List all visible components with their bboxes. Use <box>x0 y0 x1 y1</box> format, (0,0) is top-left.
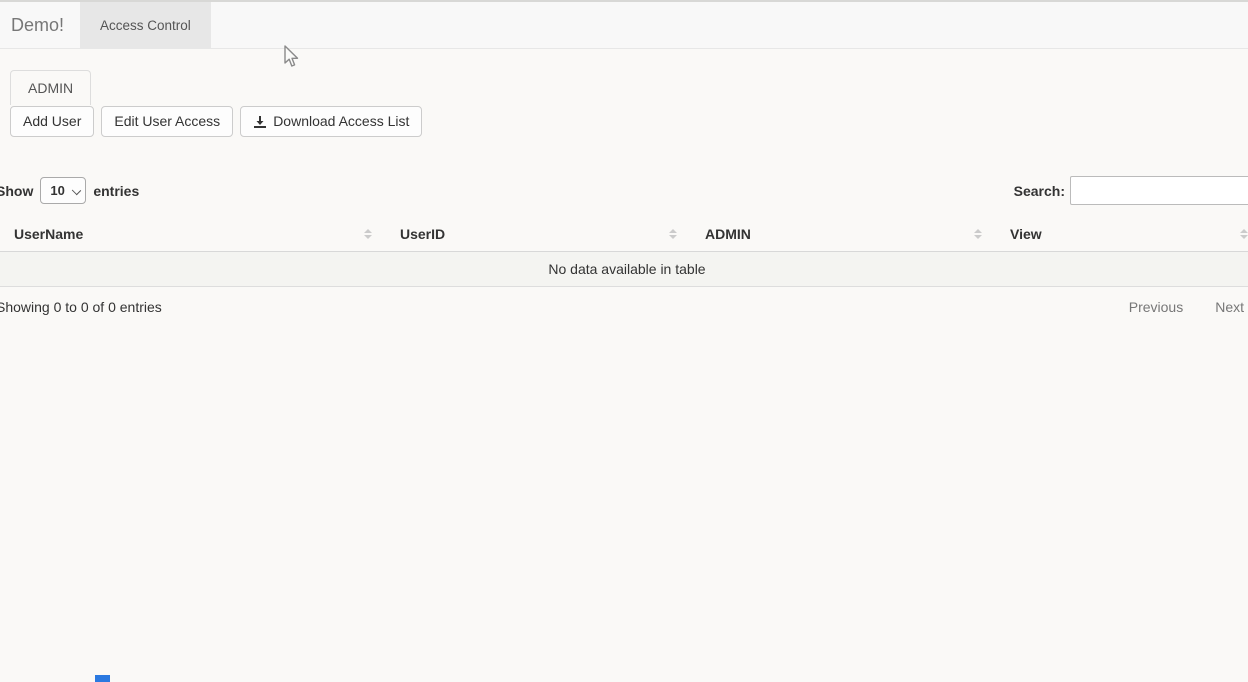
sort-icon <box>669 229 677 239</box>
toolbar: Add User Edit User Access Download Acces… <box>10 106 1248 137</box>
edit-user-access-button[interactable]: Edit User Access <box>101 106 233 137</box>
column-label: View <box>1010 226 1042 242</box>
table-info: Showing 0 to 0 of 0 entries <box>0 299 162 315</box>
search-input[interactable] <box>1070 176 1248 205</box>
sort-icon <box>974 229 982 239</box>
search-control: Search: <box>1014 176 1248 205</box>
add-user-button[interactable]: Add User <box>10 106 94 137</box>
tab-bar: ADMIN <box>10 70 1248 105</box>
page-length-select[interactable]: 10 <box>40 177 86 204</box>
empty-table-message: No data available in table <box>0 252 1248 287</box>
download-access-list-button[interactable]: Download Access List <box>240 106 422 137</box>
tab-admin[interactable]: ADMIN <box>10 70 91 105</box>
pagination: Previous Next <box>1129 299 1248 315</box>
datatable-area: Show 10 entries Search: UserName <box>0 176 1248 315</box>
table-footer: Showing 0 to 0 of 0 entries Previous Nex… <box>0 299 1248 315</box>
navbar-brand[interactable]: Demo! <box>0 2 80 48</box>
column-label: ADMIN <box>705 226 751 242</box>
search-label: Search: <box>1014 183 1065 199</box>
table-controls: Show 10 entries Search: <box>0 176 1248 205</box>
next-button[interactable]: Next <box>1215 299 1244 315</box>
show-label: Show <box>0 183 33 199</box>
table-header-row: UserName UserID ADMIN View <box>0 216 1248 252</box>
top-navbar: Demo! Access Control <box>0 0 1248 49</box>
page-length-control: Show 10 entries <box>0 177 139 204</box>
empty-table-row: No data available in table <box>0 252 1248 287</box>
column-header-view[interactable]: View <box>992 216 1248 252</box>
column-header-username[interactable]: UserName <box>0 216 382 252</box>
download-icon <box>253 115 267 129</box>
access-table: UserName UserID ADMIN View No d <box>0 216 1248 287</box>
nav-item-access-control[interactable]: Access Control <box>80 2 211 48</box>
column-header-userid[interactable]: UserID <box>382 216 687 252</box>
column-label: UserID <box>400 226 445 242</box>
column-label: UserName <box>14 226 83 242</box>
download-access-list-label: Download Access List <box>273 113 409 130</box>
previous-button[interactable]: Previous <box>1129 299 1183 315</box>
sort-icon <box>1240 229 1248 239</box>
loading-indicator-bar <box>95 675 110 682</box>
sort-icon <box>364 229 372 239</box>
column-header-admin[interactable]: ADMIN <box>687 216 992 252</box>
entries-label: entries <box>93 183 139 199</box>
